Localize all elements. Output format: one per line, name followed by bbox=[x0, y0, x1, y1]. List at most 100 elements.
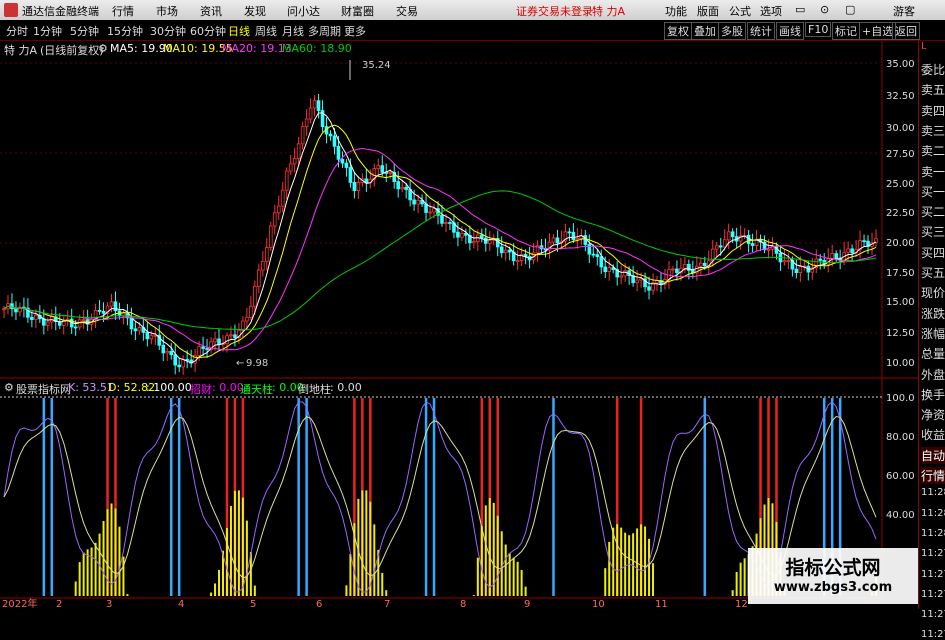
candle-body bbox=[145, 331, 150, 340]
time-label: 6 bbox=[316, 599, 322, 609]
candle-body bbox=[444, 222, 448, 224]
time-label: 4 bbox=[178, 599, 184, 609]
kdj-d-line bbox=[3, 415, 877, 579]
ind-zhao-value: : 0.00 bbox=[212, 381, 244, 394]
candle-body bbox=[149, 335, 154, 340]
zhaocai-bar bbox=[90, 547, 93, 596]
side-item[interactable]: 行情 bbox=[921, 467, 945, 484]
candle-body bbox=[834, 253, 838, 259]
side-item: 买一 bbox=[921, 184, 945, 199]
candle-body bbox=[137, 327, 142, 332]
price-tick: 27.50 bbox=[886, 149, 915, 160]
candle-body bbox=[591, 253, 596, 256]
candle-body bbox=[253, 285, 257, 307]
candle-body bbox=[599, 256, 604, 268]
zhaocai-bar bbox=[78, 562, 81, 596]
candle-body bbox=[683, 263, 687, 269]
side-item: 涨跌 bbox=[921, 306, 945, 321]
ind-tick: 80.00 bbox=[886, 432, 915, 443]
zhaocai-bar bbox=[82, 552, 85, 596]
candle-body bbox=[619, 275, 623, 278]
price-tick: 17.50 bbox=[886, 268, 915, 279]
candle-body bbox=[818, 258, 823, 261]
side-item: 11:27 bbox=[921, 629, 945, 640]
candle-body bbox=[699, 262, 703, 267]
candle-body bbox=[165, 350, 170, 354]
zhaocai-bar bbox=[504, 544, 507, 596]
side-item: 卖二 bbox=[921, 144, 945, 159]
time-label: 2022年 bbox=[2, 597, 37, 609]
zhaocai-bar bbox=[488, 498, 491, 596]
candle-body bbox=[77, 319, 82, 328]
candle-body bbox=[456, 231, 460, 238]
zhaocai-bar bbox=[74, 581, 77, 596]
candle-body bbox=[81, 319, 86, 322]
side-top-icon[interactable]: L bbox=[921, 41, 945, 52]
zhaocai-bar bbox=[210, 592, 213, 596]
zhaocai-bar bbox=[126, 594, 129, 596]
candle-body bbox=[288, 163, 293, 172]
zhaocai-bar bbox=[604, 568, 607, 596]
side-item: 总量 bbox=[921, 347, 945, 362]
zhaocai-bar bbox=[476, 557, 479, 596]
price-tick: 12.50 bbox=[886, 328, 915, 339]
candle-body bbox=[276, 205, 281, 214]
zhaocai-bar bbox=[500, 531, 503, 596]
candle-body bbox=[14, 308, 18, 313]
zhaocai-bar bbox=[524, 586, 527, 596]
side-item[interactable]: 自动 bbox=[921, 446, 945, 464]
time-label: 3 bbox=[106, 599, 112, 609]
candle-body bbox=[129, 317, 134, 330]
ind-100-value: : 100.00 bbox=[146, 381, 192, 394]
candle-body bbox=[332, 135, 337, 147]
zhaocai-bar bbox=[214, 583, 217, 596]
candle-body bbox=[388, 171, 393, 174]
candle-body bbox=[264, 247, 269, 262]
candle-body bbox=[766, 248, 771, 251]
candle-body bbox=[782, 260, 787, 263]
zhaocai-bar bbox=[512, 557, 515, 596]
indicator-name[interactable]: 股票指标网 bbox=[16, 381, 71, 397]
candle-body bbox=[499, 246, 504, 254]
zhaocai-bar bbox=[106, 509, 109, 596]
candle-body bbox=[304, 118, 309, 128]
low-label: 9.98 bbox=[246, 358, 268, 369]
indicator-gear-icon[interactable]: ⚙ bbox=[4, 381, 14, 394]
zhaocai-bar bbox=[516, 561, 519, 596]
candle-body bbox=[412, 199, 416, 205]
chart-canvas[interactable]: 35.00 32.50 30.00 27.50 25.00 22.50 20.0… bbox=[0, 0, 918, 609]
candle-body bbox=[34, 314, 38, 320]
candle-body bbox=[472, 241, 476, 244]
side-item: 买四 bbox=[921, 245, 945, 260]
candle-body bbox=[507, 249, 512, 253]
zhaocai-bar bbox=[496, 515, 499, 596]
candle-body bbox=[249, 305, 253, 318]
side-item: 买五 bbox=[921, 266, 945, 280]
price-tick: 22.50 bbox=[886, 208, 915, 219]
indicator-bar: ⚙ 股票指标网 K: 53.51 D: 52.82 : 100.00 招财 : … bbox=[0, 380, 880, 397]
candle-body bbox=[352, 182, 357, 191]
candle-body bbox=[344, 162, 349, 168]
price-tick: 35.00 bbox=[886, 59, 915, 70]
candle-body bbox=[356, 182, 361, 191]
zhaocai-bar bbox=[385, 590, 388, 596]
price-tick: 10.00 bbox=[886, 358, 915, 369]
candle-body bbox=[730, 231, 735, 238]
candle-body bbox=[292, 157, 297, 165]
candle-body bbox=[440, 214, 444, 224]
side-item: 买二 bbox=[921, 205, 945, 220]
candle-body bbox=[280, 189, 285, 207]
candle-body bbox=[400, 186, 404, 190]
candle-body bbox=[551, 237, 556, 243]
zhaocai-bar bbox=[381, 572, 384, 596]
candle-body bbox=[284, 170, 289, 191]
zhaocai-bar bbox=[86, 549, 89, 596]
side-item: 收益 bbox=[921, 428, 945, 443]
ind-tick: 60.00 bbox=[886, 471, 915, 482]
price-tick: 32.50 bbox=[886, 91, 915, 102]
candle-body bbox=[257, 269, 261, 287]
price-tick: 25.00 bbox=[886, 179, 915, 190]
candle-body bbox=[714, 245, 719, 250]
side-item: 外盘 bbox=[921, 367, 945, 382]
side-item: 11:28 bbox=[921, 507, 945, 519]
